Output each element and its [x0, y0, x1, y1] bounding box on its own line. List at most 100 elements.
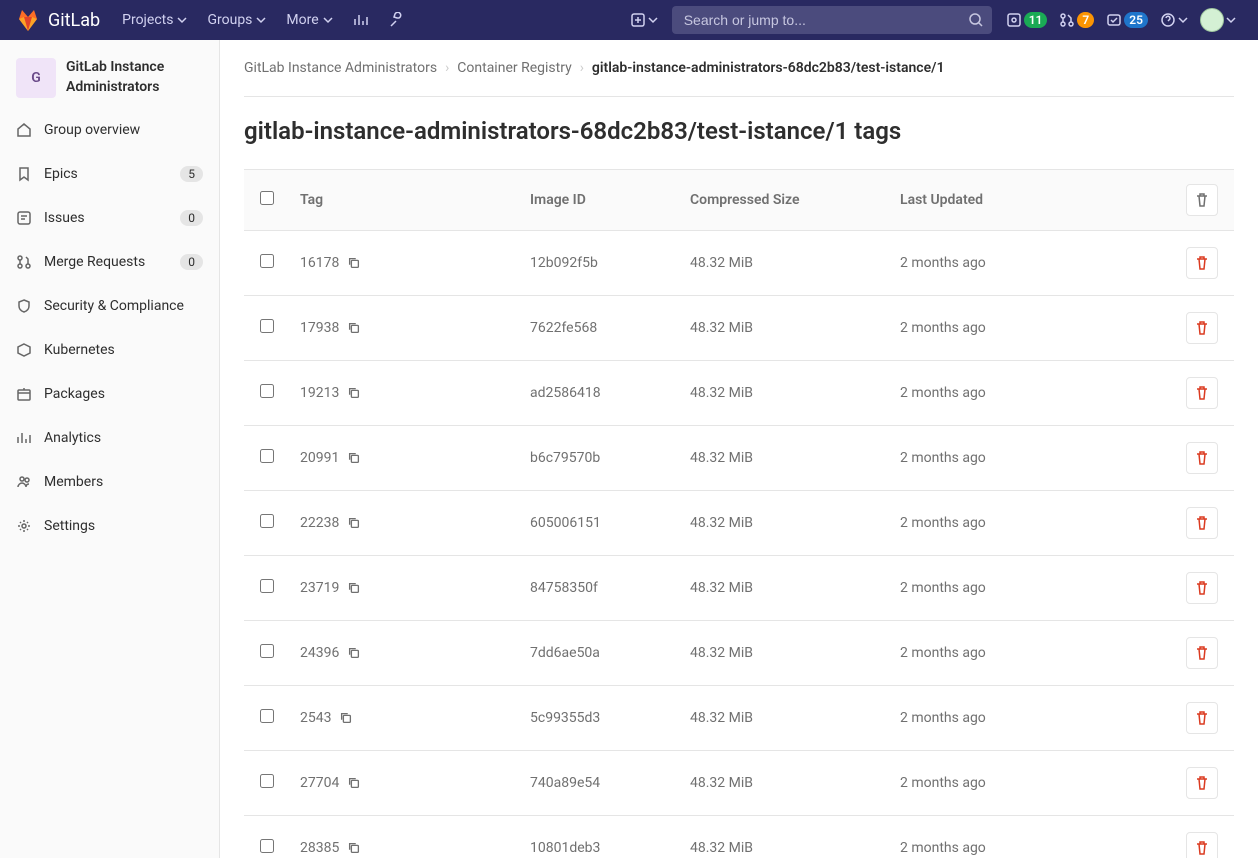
sidebar-item-label: Issues — [44, 210, 168, 226]
sidebar-item-merge-requests[interactable]: Merge Requests0 — [0, 240, 219, 284]
bulk-delete-button[interactable] — [1186, 184, 1218, 216]
copy-tag-icon[interactable] — [339, 711, 353, 725]
chevron-down-icon — [323, 15, 333, 25]
breadcrumb-group[interactable]: GitLab Instance Administrators — [244, 60, 437, 76]
delete-tag-button[interactable] — [1186, 572, 1218, 604]
mr-icon — [16, 254, 32, 270]
last-updated: 2 months ago — [900, 645, 1168, 661]
breadcrumb-sep: › — [445, 60, 449, 76]
row-checkbox[interactable] — [260, 839, 274, 853]
image-id: 84758350f — [530, 580, 690, 596]
copy-tag-icon[interactable] — [347, 581, 361, 595]
row-checkbox[interactable] — [260, 774, 274, 788]
sidebar-item-security-compliance[interactable]: Security & Compliance — [0, 284, 219, 328]
table-row: 2371984758350f48.32 MiB2 months ago — [244, 556, 1234, 621]
new-menu-button[interactable] — [624, 12, 664, 28]
sidebar-item-members[interactable]: Members — [0, 460, 219, 504]
copy-tag-icon[interactable] — [347, 516, 361, 530]
nav-projects-label: Projects — [122, 12, 173, 28]
row-checkbox[interactable] — [260, 254, 274, 268]
last-updated: 2 months ago — [900, 450, 1168, 466]
delete-tag-button[interactable] — [1186, 507, 1218, 539]
nav-activity-icon[interactable] — [343, 12, 379, 28]
col-header-tag: Tag — [300, 192, 530, 208]
image-id: 7dd6ae50a — [530, 645, 690, 661]
table-row: 1617812b092f5b48.32 MiB2 months ago — [244, 231, 1234, 296]
sidebar-item-label: Settings — [44, 518, 203, 534]
gitlab-logo-icon[interactable] — [16, 8, 40, 32]
nav-wrench-icon[interactable] — [379, 12, 415, 28]
delete-tag-button[interactable] — [1186, 377, 1218, 409]
compressed-size: 48.32 MiB — [690, 320, 900, 336]
sidebar-item-issues[interactable]: Issues 0 — [0, 196, 219, 240]
compressed-size: 48.32 MiB — [690, 450, 900, 466]
search-input[interactable] — [672, 6, 992, 34]
chevron-down-icon — [1226, 15, 1236, 25]
image-id: 740a89e54 — [530, 775, 690, 791]
last-updated: 2 months ago — [900, 385, 1168, 401]
sidebar-group-header[interactable]: G GitLab Instance Administrators — [0, 48, 219, 108]
copy-tag-icon[interactable] — [347, 776, 361, 790]
nav-projects[interactable]: Projects — [112, 12, 197, 28]
header-mr-button[interactable]: 7 — [1053, 12, 1100, 28]
brand-name[interactable]: GitLab — [48, 10, 100, 31]
shield-icon — [16, 298, 32, 314]
copy-tag-icon[interactable] — [347, 646, 361, 660]
header-todos-button[interactable]: 25 — [1100, 12, 1154, 28]
row-checkbox[interactable] — [260, 384, 274, 398]
compressed-size: 48.32 MiB — [690, 840, 900, 856]
sidebar-item-settings[interactable]: Settings — [0, 504, 219, 548]
row-checkbox[interactable] — [260, 579, 274, 593]
delete-tag-button[interactable] — [1186, 702, 1218, 734]
copy-tag-icon[interactable] — [347, 386, 361, 400]
delete-tag-button[interactable] — [1186, 637, 1218, 669]
sidebar-item-analytics[interactable]: Analytics — [0, 416, 219, 460]
chart-icon — [16, 430, 32, 446]
row-checkbox[interactable] — [260, 514, 274, 528]
delete-tag-button[interactable] — [1186, 832, 1218, 858]
sidebar-item-badge: 0 — [180, 254, 203, 270]
last-updated: 2 months ago — [900, 515, 1168, 531]
sidebar-item-epics[interactable]: Epics5 — [0, 152, 219, 196]
tag-name: 16178 — [300, 255, 339, 271]
table-row: 20991b6c79570b48.32 MiB2 months ago — [244, 426, 1234, 491]
copy-tag-icon[interactable] — [347, 321, 361, 335]
breadcrumb: GitLab Instance Administrators › Contain… — [244, 60, 1234, 97]
delete-tag-button[interactable] — [1186, 312, 1218, 344]
group-name: GitLab Instance Administrators — [66, 58, 203, 97]
nav-groups[interactable]: Groups — [197, 12, 276, 28]
header-issues-button[interactable]: 11 — [1000, 12, 1054, 28]
tag-name: 17938 — [300, 320, 339, 336]
search-icon[interactable] — [968, 12, 984, 28]
copy-tag-icon[interactable] — [347, 841, 361, 855]
header-help-button[interactable] — [1154, 12, 1194, 28]
mr-badge: 7 — [1077, 12, 1094, 28]
row-checkbox[interactable] — [260, 319, 274, 333]
breadcrumb-registry[interactable]: Container Registry — [457, 60, 571, 76]
row-checkbox[interactable] — [260, 449, 274, 463]
breadcrumb-current: gitlab-instance-administrators-68dc2b83/… — [592, 60, 945, 76]
delete-tag-button[interactable] — [1186, 442, 1218, 474]
user-menu-button[interactable] — [1194, 8, 1242, 32]
sidebar-item-label: Security & Compliance — [44, 298, 203, 314]
select-all-checkbox[interactable] — [260, 191, 274, 205]
sidebar-item-badge: 0 — [180, 210, 203, 226]
issues-icon — [16, 210, 32, 226]
sidebar-item-kubernetes[interactable]: Kubernetes — [0, 328, 219, 372]
copy-tag-icon[interactable] — [347, 256, 361, 270]
chevron-down-icon — [256, 15, 266, 25]
sidebar-item-label: Members — [44, 474, 203, 490]
copy-tag-icon[interactable] — [347, 451, 361, 465]
sidebar-item-packages[interactable]: Packages — [0, 372, 219, 416]
sidebar-item-group-overview[interactable]: Group overview — [0, 108, 219, 152]
nav-more[interactable]: More — [276, 12, 342, 28]
table-row: 27704740a89e5448.32 MiB2 months ago — [244, 751, 1234, 816]
row-checkbox[interactable] — [260, 644, 274, 658]
delete-tag-button[interactable] — [1186, 767, 1218, 799]
table-header: Tag Image ID Compressed Size Last Update… — [244, 169, 1234, 231]
delete-tag-button[interactable] — [1186, 247, 1218, 279]
table-row: 19213ad258641848.32 MiB2 months ago — [244, 361, 1234, 426]
row-checkbox[interactable] — [260, 709, 274, 723]
top-header: GitLab Projects Groups More 11 7 25 — [0, 0, 1258, 40]
compressed-size: 48.32 MiB — [690, 710, 900, 726]
